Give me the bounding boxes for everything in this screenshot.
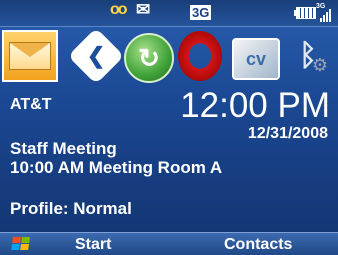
bluetooth-settings-icon[interactable]: ᛒ ⚙ xyxy=(286,34,330,78)
new-message-icon: ✉ xyxy=(136,0,151,19)
app-icon-strip: ❮ ↻ cv ᛒ ⚙ xyxy=(0,26,338,86)
status-bar: oo ✉ 3G 3G xyxy=(0,0,338,27)
battery-icon xyxy=(294,7,316,19)
3g-icon: 3G xyxy=(190,5,212,20)
carrier-name: AT&T xyxy=(10,96,52,113)
clock-time[interactable]: 12:00 PM xyxy=(180,86,330,126)
sync-icon[interactable]: ↻ xyxy=(124,33,174,83)
navigation-icon[interactable]: ❮ xyxy=(67,27,125,85)
clock-date[interactable]: 12/31/2008 xyxy=(248,125,328,143)
softkey-bar: Start Contacts xyxy=(0,232,338,255)
appointment-detail[interactable]: 10:00 AM Meeting Room A xyxy=(10,158,222,178)
start-softkey[interactable]: Start xyxy=(75,236,111,254)
opera-browser-icon[interactable] xyxy=(178,31,222,81)
profile-status[interactable]: Profile: Normal xyxy=(10,199,132,219)
3g-signal-icon: 3G xyxy=(316,3,326,10)
voicemail-icon: oo xyxy=(110,1,127,18)
contacts-softkey[interactable]: Contacts xyxy=(224,236,292,254)
appointment-title[interactable]: Staff Meeting xyxy=(10,139,117,159)
home-screen: oo ✉ 3G 3G ❮ ↻ cv ᛒ ⚙ AT&T 12:00 PM 12/31… xyxy=(0,0,338,255)
messaging-icon[interactable] xyxy=(2,30,58,82)
windows-flag-icon[interactable] xyxy=(11,237,31,251)
cellular-video-icon[interactable]: cv xyxy=(232,38,280,80)
